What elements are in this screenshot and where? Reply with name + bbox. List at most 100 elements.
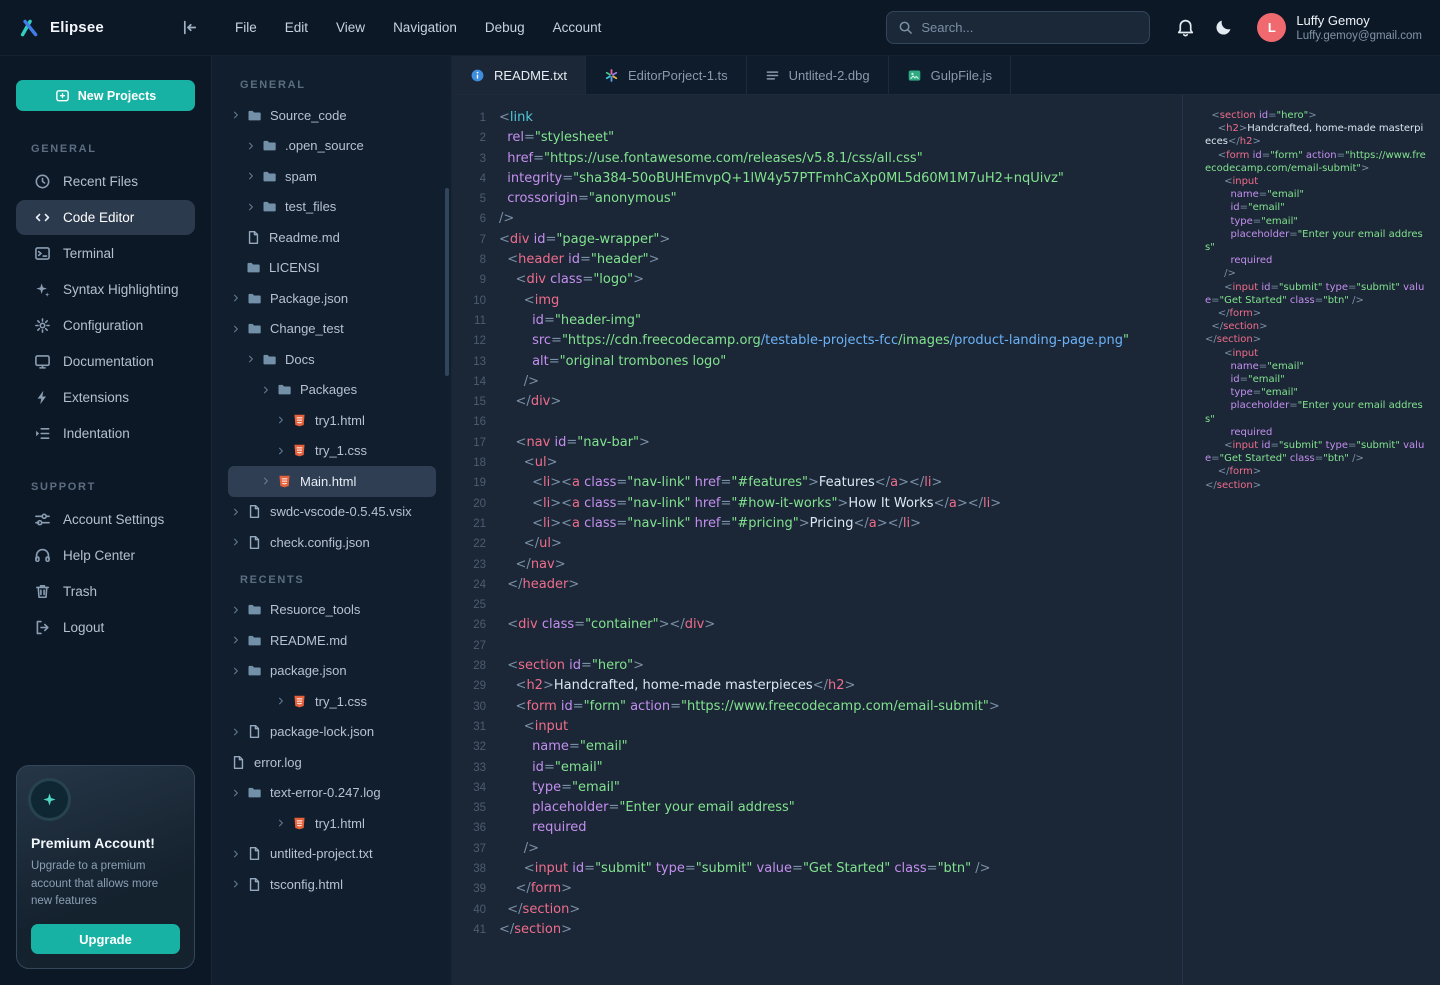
menu-item-navigation[interactable]: Navigation bbox=[382, 14, 468, 41]
code-line[interactable]: 14 /> bbox=[452, 372, 1182, 392]
tree-item-package-lock-json[interactable]: package-lock.json bbox=[228, 717, 436, 748]
tree-item-try1-html[interactable]: try1.html bbox=[228, 405, 436, 436]
code-line[interactable]: 5 crossorigin="anonymous" bbox=[452, 189, 1182, 209]
user-menu[interactable]: L Luffy Gemoy Luffy.gemoy@gmail.com bbox=[1257, 13, 1440, 42]
tree-item-readme-md[interactable]: README.md bbox=[228, 625, 436, 656]
code-line[interactable]: 36 required bbox=[452, 818, 1182, 838]
chevron-right-icon[interactable] bbox=[246, 141, 262, 151]
chevron-right-icon[interactable] bbox=[276, 415, 292, 425]
minimap[interactable]: <section id="hero"> <h2>Handcrafted, hom… bbox=[1182, 95, 1440, 985]
tree-item-try-1-css[interactable]: try_1.css bbox=[228, 686, 436, 717]
sidebar-item-logout[interactable]: Logout bbox=[16, 610, 195, 645]
code-line[interactable]: 11 id="header-img" bbox=[452, 311, 1182, 331]
menu-item-edit[interactable]: Edit bbox=[274, 14, 319, 41]
sidebar-item-code-editor[interactable]: Code Editor bbox=[16, 200, 195, 235]
code-line[interactable]: 23 </nav> bbox=[452, 555, 1182, 575]
tree-item-untlited-project-txt[interactable]: untlited-project.txt bbox=[228, 839, 436, 870]
chevron-right-icon[interactable] bbox=[231, 849, 247, 859]
code-line[interactable]: 34 type="email" bbox=[452, 778, 1182, 798]
tree-item-try1-html[interactable]: try1.html bbox=[228, 808, 436, 839]
tree-item-readme-md[interactable]: Readme.md bbox=[228, 222, 436, 253]
code-line[interactable]: 1<link bbox=[452, 108, 1182, 128]
code-line[interactable]: 9 <div class="logo"> bbox=[452, 270, 1182, 290]
code-line[interactable]: 30 <form id="form" action="https://www.f… bbox=[452, 697, 1182, 717]
code-line[interactable]: 28 <section id="hero"> bbox=[452, 656, 1182, 676]
sidebar-item-recent-files[interactable]: Recent Files bbox=[16, 164, 195, 199]
code-line[interactable]: 7<div id="page-wrapper"> bbox=[452, 230, 1182, 250]
code-line[interactable]: 32 name="email" bbox=[452, 737, 1182, 757]
code-line[interactable]: 8 <header id="header"> bbox=[452, 250, 1182, 270]
tab-untlited-2-dbg[interactable]: Untlited-2.dbg bbox=[747, 56, 889, 94]
tree-item-open-source[interactable]: .open_source bbox=[228, 131, 436, 162]
tab-editorporject-1-ts[interactable]: EditorPorject-1.ts bbox=[586, 56, 747, 94]
code-line[interactable]: 35 placeholder="Enter your email address… bbox=[452, 798, 1182, 818]
chevron-right-icon[interactable] bbox=[231, 110, 247, 120]
chevron-right-icon[interactable] bbox=[231, 666, 247, 676]
code-line[interactable]: 2 rel="stylesheet" bbox=[452, 128, 1182, 148]
sidebar-item-terminal[interactable]: Terminal bbox=[16, 236, 195, 271]
tree-item-tsconfig-html[interactable]: tsconfig.html bbox=[228, 869, 436, 900]
tab-gulpfile-js[interactable]: GulpFile.js bbox=[889, 56, 1011, 94]
code-line[interactable]: 39 </form> bbox=[452, 879, 1182, 899]
menu-item-account[interactable]: Account bbox=[542, 14, 613, 41]
chevron-right-icon[interactable] bbox=[276, 818, 292, 828]
notifications-button[interactable] bbox=[1176, 18, 1195, 37]
avatar[interactable]: L bbox=[1257, 13, 1286, 42]
code-line[interactable]: 20 <li><a class="nav-link" href="#how-it… bbox=[452, 494, 1182, 514]
new-projects-button[interactable]: New Projects bbox=[16, 80, 195, 111]
chevron-right-icon[interactable] bbox=[276, 446, 292, 456]
chevron-right-icon[interactable] bbox=[231, 605, 247, 615]
code-line[interactable]: 26 <div class="container"></div> bbox=[452, 615, 1182, 635]
code-line[interactable]: 31 <input bbox=[452, 717, 1182, 737]
tree-item-package-json[interactable]: package.json bbox=[228, 656, 436, 687]
menu-item-file[interactable]: File bbox=[224, 14, 268, 41]
chevron-right-icon[interactable] bbox=[231, 324, 247, 334]
code-line[interactable]: 22 </ul> bbox=[452, 534, 1182, 554]
code-line[interactable]: 10 <img bbox=[452, 291, 1182, 311]
tree-item-package-json[interactable]: Package.json bbox=[228, 283, 436, 314]
tree-item-docs[interactable]: Docs bbox=[228, 344, 436, 375]
chevron-right-icon[interactable] bbox=[261, 476, 277, 486]
code-line[interactable]: 41</section> bbox=[452, 920, 1182, 940]
tree-item-try-1-css[interactable]: try_1.css bbox=[228, 436, 436, 467]
code-line[interactable]: 13 alt="original trombones logo" bbox=[452, 352, 1182, 372]
code-line[interactable]: 12 src="https://cdn.freecodecamp.org/tes… bbox=[452, 331, 1182, 351]
code-line[interactable]: 33 id="email" bbox=[452, 758, 1182, 778]
code-line[interactable]: 3 href="https://use.fontawesome.com/rele… bbox=[452, 149, 1182, 169]
sidebar-item-indentation[interactable]: Indentation bbox=[16, 416, 195, 451]
tree-item-test-files[interactable]: test_files bbox=[228, 192, 436, 223]
tree-item-main-html[interactable]: Main.html bbox=[228, 466, 436, 497]
tree-item-licensi[interactable]: LICENSI bbox=[228, 253, 436, 284]
explorer-scrollbar[interactable] bbox=[445, 188, 449, 376]
tree-item-resuorce-tools[interactable]: Resuorce_tools bbox=[228, 595, 436, 626]
tree-item-text-error-0-247-log[interactable]: text-error-0.247.log bbox=[228, 778, 436, 809]
code-line[interactable]: 25 bbox=[452, 595, 1182, 615]
tree-item-change-test[interactable]: Change_test bbox=[228, 314, 436, 345]
code-line[interactable]: 6/> bbox=[452, 209, 1182, 229]
tree-item-spam[interactable]: spam bbox=[228, 161, 436, 192]
code-line[interactable]: 21 <li><a class="nav-link" href="#pricin… bbox=[452, 514, 1182, 534]
sidebar-item-account-settings[interactable]: Account Settings bbox=[16, 502, 195, 537]
chevron-right-icon[interactable] bbox=[246, 354, 262, 364]
collapse-sidebar-button[interactable] bbox=[181, 19, 198, 36]
tree-item-check-config-json[interactable]: check.config.json bbox=[228, 527, 436, 558]
code-line[interactable]: 18 <ul> bbox=[452, 453, 1182, 473]
tree-item-packages[interactable]: Packages bbox=[228, 375, 436, 406]
upgrade-button[interactable]: Upgrade bbox=[31, 924, 180, 954]
chevron-right-icon[interactable] bbox=[231, 507, 247, 517]
chevron-right-icon[interactable] bbox=[261, 385, 277, 395]
tree-item-error-log[interactable]: error.log bbox=[228, 747, 436, 778]
sidebar-item-extensions[interactable]: Extensions bbox=[16, 380, 195, 415]
chevron-right-icon[interactable] bbox=[231, 635, 247, 645]
code-line[interactable]: 29 <h2>Handcrafted, home-made masterpiec… bbox=[452, 676, 1182, 696]
chevron-right-icon[interactable] bbox=[246, 171, 262, 181]
sidebar-item-trash[interactable]: Trash bbox=[16, 574, 195, 609]
code-line[interactable]: 38 <input id="submit" type="submit" valu… bbox=[452, 859, 1182, 879]
chevron-right-icon[interactable] bbox=[246, 202, 262, 212]
code-line[interactable]: 4 integrity="sha384-50oBUHEmvpQ+1lW4y57P… bbox=[452, 169, 1182, 189]
code-line[interactable]: 19 <li><a class="nav-link" href="#featur… bbox=[452, 473, 1182, 493]
code-line[interactable]: 17 <nav id="nav-bar"> bbox=[452, 433, 1182, 453]
chevron-right-icon[interactable] bbox=[231, 788, 247, 798]
sidebar-item-configuration[interactable]: Configuration bbox=[16, 308, 195, 343]
chevron-right-icon[interactable] bbox=[231, 537, 247, 547]
